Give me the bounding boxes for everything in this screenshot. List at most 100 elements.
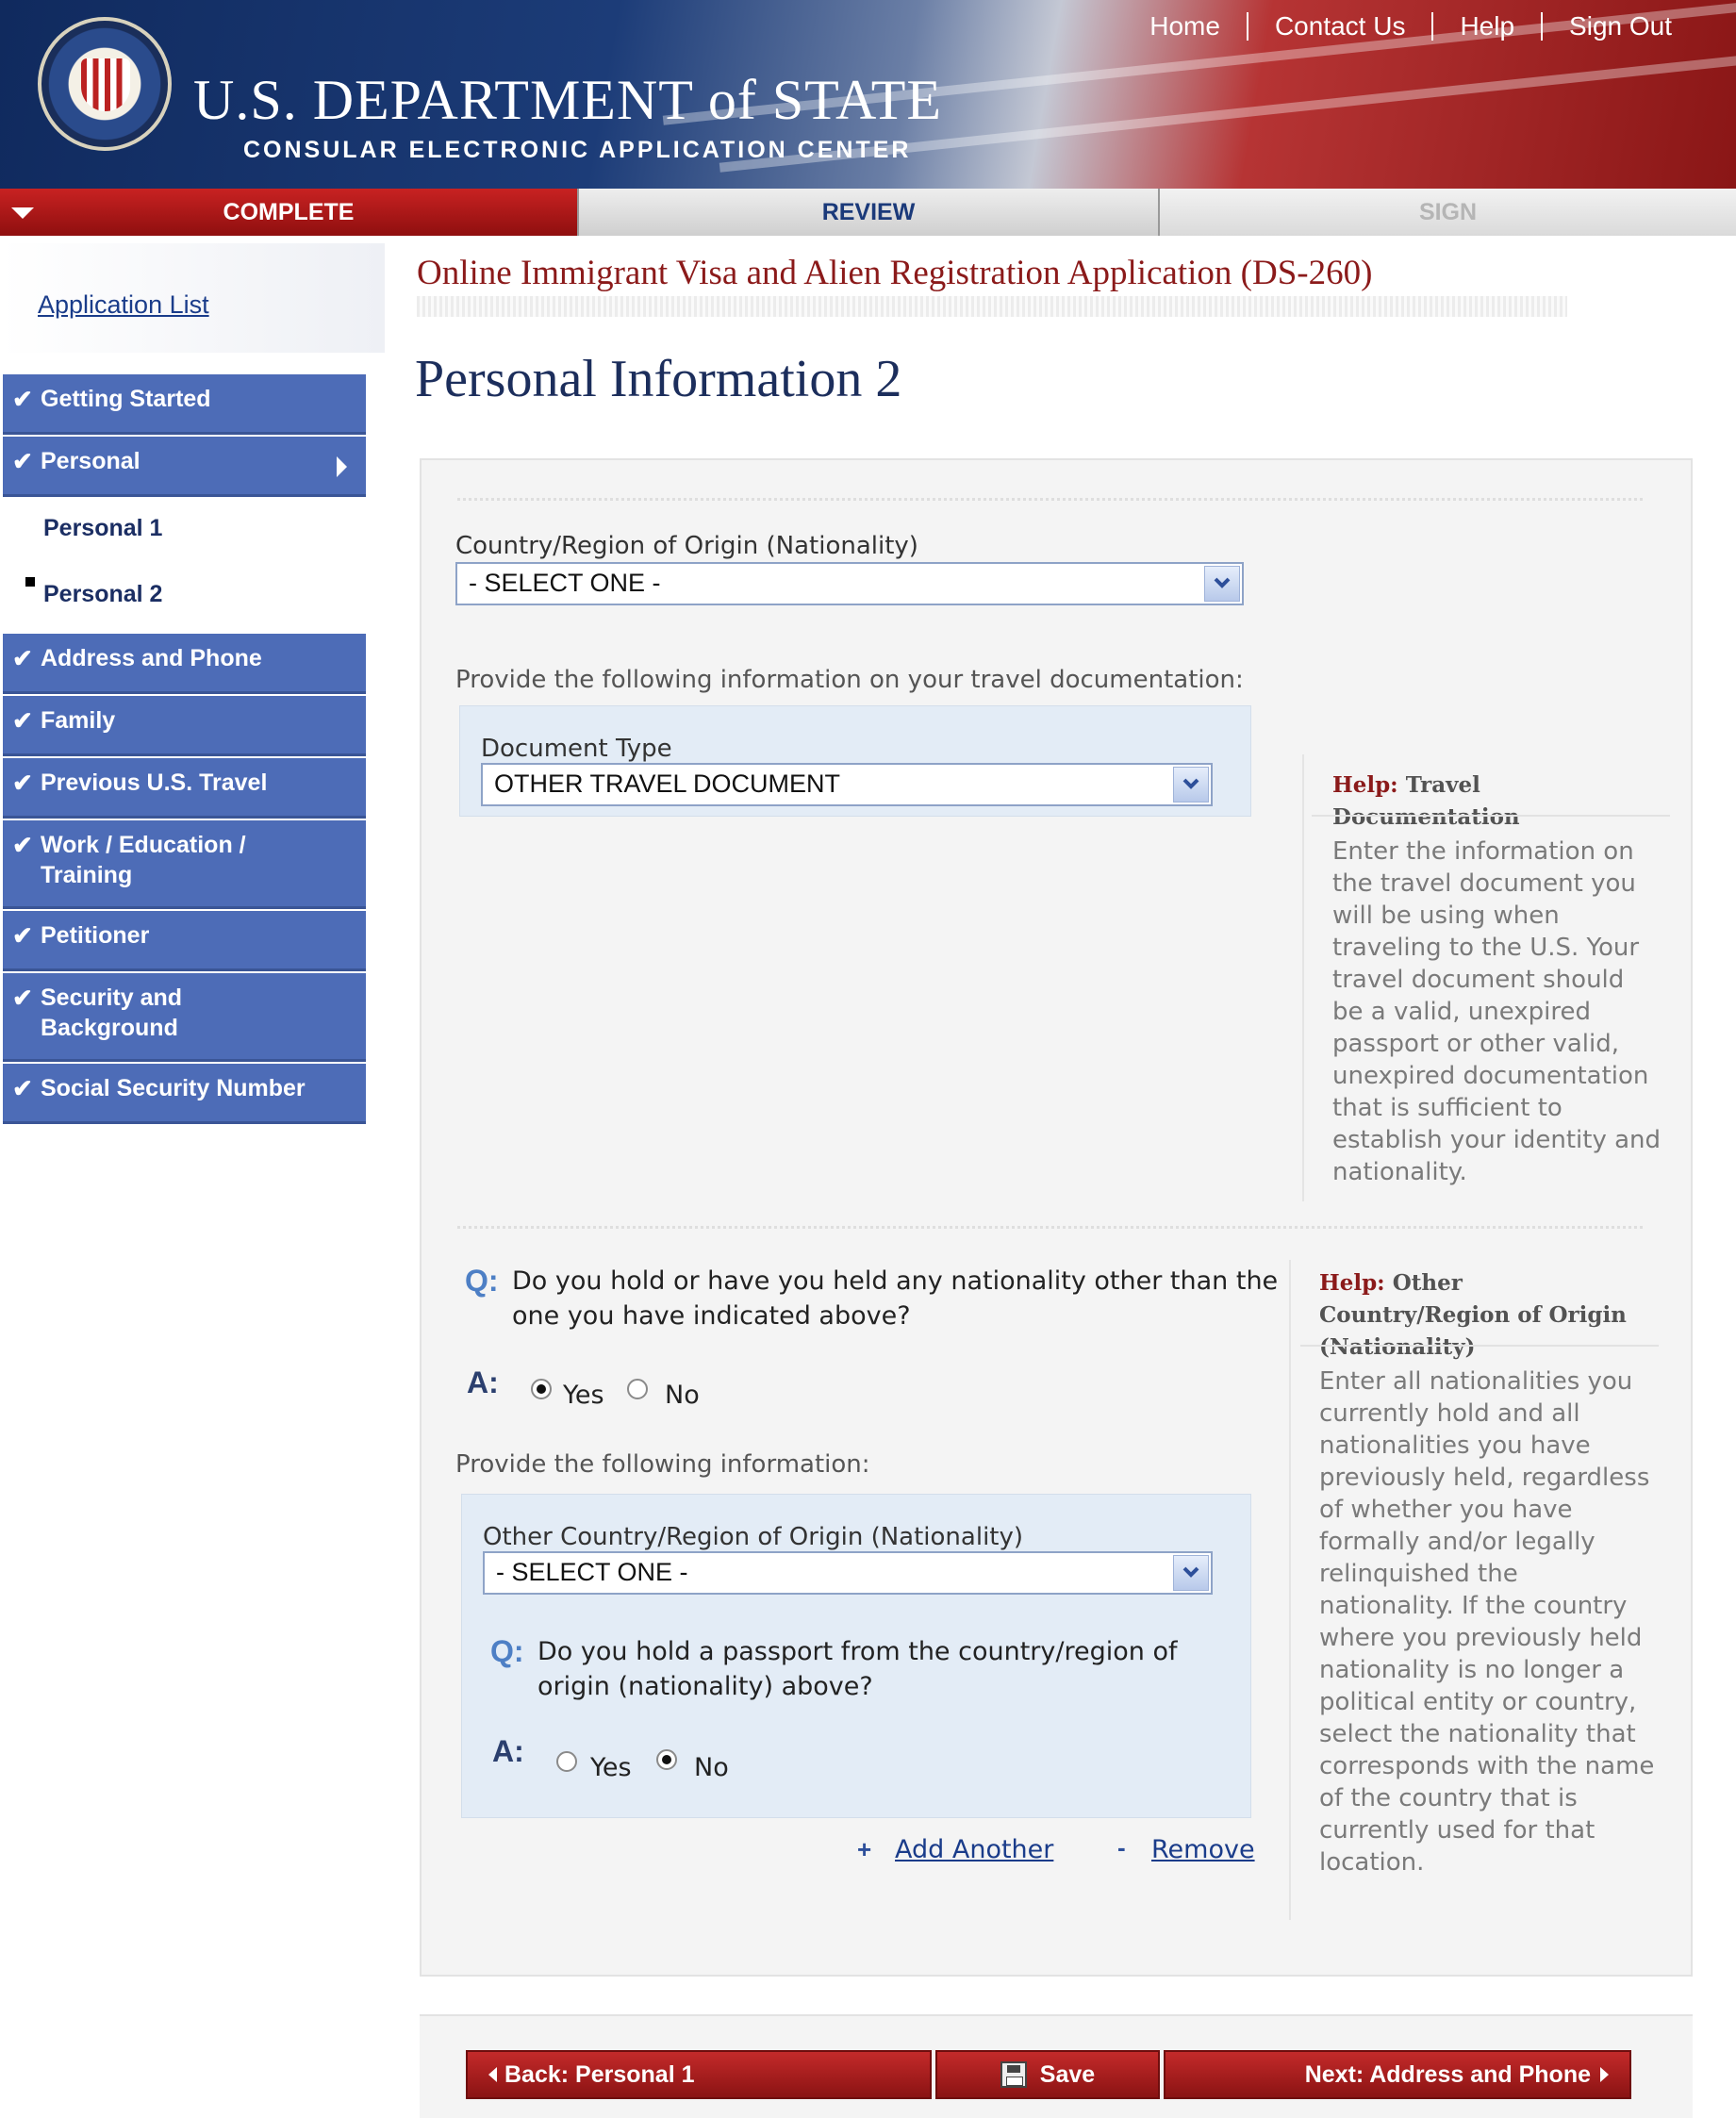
tab-complete[interactable]: COMPLETE [0,189,577,236]
checkmark-icon: ✔ [12,706,33,735]
sidebar-item-label: Security and Background [41,985,183,1041]
document-type-label: Document Type [481,735,672,763]
checkmark-icon: ✔ [12,831,33,859]
chevron-right-icon [337,456,347,477]
checkmark-icon: ✔ [12,447,33,475]
sidebar-item-work-education[interactable]: ✔ Work / Education / Training [3,820,366,909]
title-divider [417,296,1567,317]
document-type-select[interactable]: OTHER TRAVEL DOCUMENT [481,763,1213,806]
other-nationality-question: Do you hold or have you held any nationa… [512,1266,1279,1331]
nationality-select-value: - SELECT ONE - [469,569,661,597]
section-divider [457,498,1645,501]
sign-out-link[interactable]: Sign Out [1543,11,1698,41]
other-nationality-select[interactable]: - SELECT ONE - [483,1551,1213,1595]
help-divider [1300,1345,1659,1347]
travel-doc-intro: Provide the following information on you… [455,666,1244,694]
progress-tabs: COMPLETE REVIEW SIGN [0,189,1736,236]
provide-info-label: Provide the following information: [455,1450,870,1479]
help-travel-documentation-text: Enter the information on the travel docu… [1332,837,1662,1186]
passport-no-label: No [694,1753,729,1782]
other-nationality-box: Other Country/Region of Origin (National… [461,1494,1251,1818]
answer-marker: A: [467,1365,499,1399]
other-nationality-value: - SELECT ONE - [496,1558,688,1586]
current-page-marker-icon [25,577,35,587]
help-other-nationality-text: Enter all nationalities you currently ho… [1319,1367,1655,1877]
sidebar-item-label: Social Security Number [41,1075,306,1101]
home-link[interactable]: Home [1123,11,1247,41]
sidebar-item-label: Family [41,707,116,734]
sidebar-item-label: Previous U.S. Travel [41,769,268,796]
next-button[interactable]: Next: Address and Phone [1164,2050,1631,2099]
section-divider [457,1226,1645,1229]
sidebar-item-getting-started[interactable]: ✔ Getting Started [3,374,366,435]
back-button[interactable]: Back: Personal 1 [466,2050,932,2099]
checkmark-icon: ✔ [12,921,33,950]
chevron-down-icon[interactable] [1173,767,1209,803]
sidebar-subitem-personal-1[interactable]: Personal 1 [43,515,162,542]
next-button-label: Next: Address and Phone [1304,2060,1591,2088]
document-type-box: Document Type OTHER TRAVEL DOCUMENT [459,705,1251,817]
checkmark-icon: ✔ [12,385,33,413]
checkmark-icon: ✔ [12,1074,33,1102]
tab-review[interactable]: REVIEW [577,189,1158,236]
tab-review-label: REVIEW [821,198,916,225]
sidebar-item-ssn[interactable]: ✔ Social Security Number [3,1064,366,1124]
checkmark-icon: ✔ [12,984,33,1012]
contact-us-link[interactable]: Contact Us [1248,11,1432,41]
tab-complete-label: COMPLETE [223,198,355,225]
other-nationality-yes-radio[interactable] [531,1379,552,1399]
sidebar-item-petitioner[interactable]: ✔ Petitioner [3,911,366,971]
other-nationality-label: Other Country/Region of Origin (National… [483,1523,1024,1551]
help-link[interactable]: Help [1433,11,1541,41]
top-nav: Home Contact Us Help Sign Out [1123,8,1698,45]
sidebar-item-label: Address and Phone [41,645,262,671]
add-another-link[interactable]: Add Another [895,1835,1053,1864]
help-divider [1289,1260,1291,1920]
minus-icon[interactable]: - [1117,1833,1126,1862]
tab-sign: SIGN [1158,189,1736,236]
answer-marker: A: [492,1734,524,1768]
department-title: U.S. DEPARTMENT of STATE [193,69,943,131]
other-nationality-yes-label: Yes [563,1381,604,1410]
sidebar-subitem-personal-2[interactable]: Personal 2 [43,581,162,608]
nationality-select[interactable]: - SELECT ONE - [455,562,1244,605]
save-disk-icon [1000,2061,1027,2088]
chevron-down-icon [11,207,34,219]
other-nationality-no-radio[interactable] [627,1379,648,1399]
department-seal-logo [38,17,172,151]
save-button-label: Save [1039,2060,1096,2088]
passport-yes-radio[interactable] [556,1751,577,1772]
sidebar-item-label: Getting Started [41,386,211,412]
site-header: U.S. DEPARTMENT of STATE CONSULAR ELECTR… [0,0,1736,189]
form-panel: Country/Region of Origin (Nationality) -… [420,458,1693,1977]
chevron-down-icon[interactable] [1173,1555,1209,1591]
sidebar-item-label: Personal [41,448,141,474]
checkmark-icon: ✔ [12,769,33,797]
chevron-left-icon [488,2067,497,2082]
plus-icon[interactable]: + [857,1835,871,1864]
tab-sign-label: SIGN [1418,198,1478,225]
back-button-label: Back: Personal 1 [504,2060,695,2088]
passport-yes-label: Yes [590,1753,632,1782]
document-type-value: OTHER TRAVEL DOCUMENT [494,769,841,798]
passport-no-radio[interactable] [656,1749,677,1770]
application-title: Online Immigrant Visa and Alien Registra… [417,254,1373,292]
sidebar-item-family[interactable]: ✔ Family [3,696,366,756]
sidebar-item-personal[interactable]: ✔ Personal [3,437,366,497]
sidebar-item-address-phone[interactable]: ✔ Address and Phone [3,634,366,694]
save-button[interactable]: Save [935,2050,1160,2099]
question-marker: Q: [465,1264,499,1298]
help-divider [1302,754,1304,1201]
sidebar-item-previous-travel[interactable]: ✔ Previous U.S. Travel [3,758,366,819]
chevron-down-icon[interactable] [1204,566,1240,602]
passport-question: Do you hold a passport from the country/… [537,1637,1178,1701]
page-title: Personal Information 2 [415,350,902,408]
chevron-right-icon [1600,2067,1609,2082]
sidebar-item-security[interactable]: ✔ Security and Background [3,973,366,1062]
question-marker: Q: [490,1634,524,1668]
application-list-link[interactable]: Application List [38,290,209,320]
help-other-nationality-title: Help: Other Country/Region of Origin (Na… [1319,1270,1627,1360]
remove-link[interactable]: Remove [1151,1835,1255,1864]
help-travel-documentation-title: Help: Travel Documentation [1332,772,1520,830]
other-nationality-no-label: No [665,1381,700,1410]
